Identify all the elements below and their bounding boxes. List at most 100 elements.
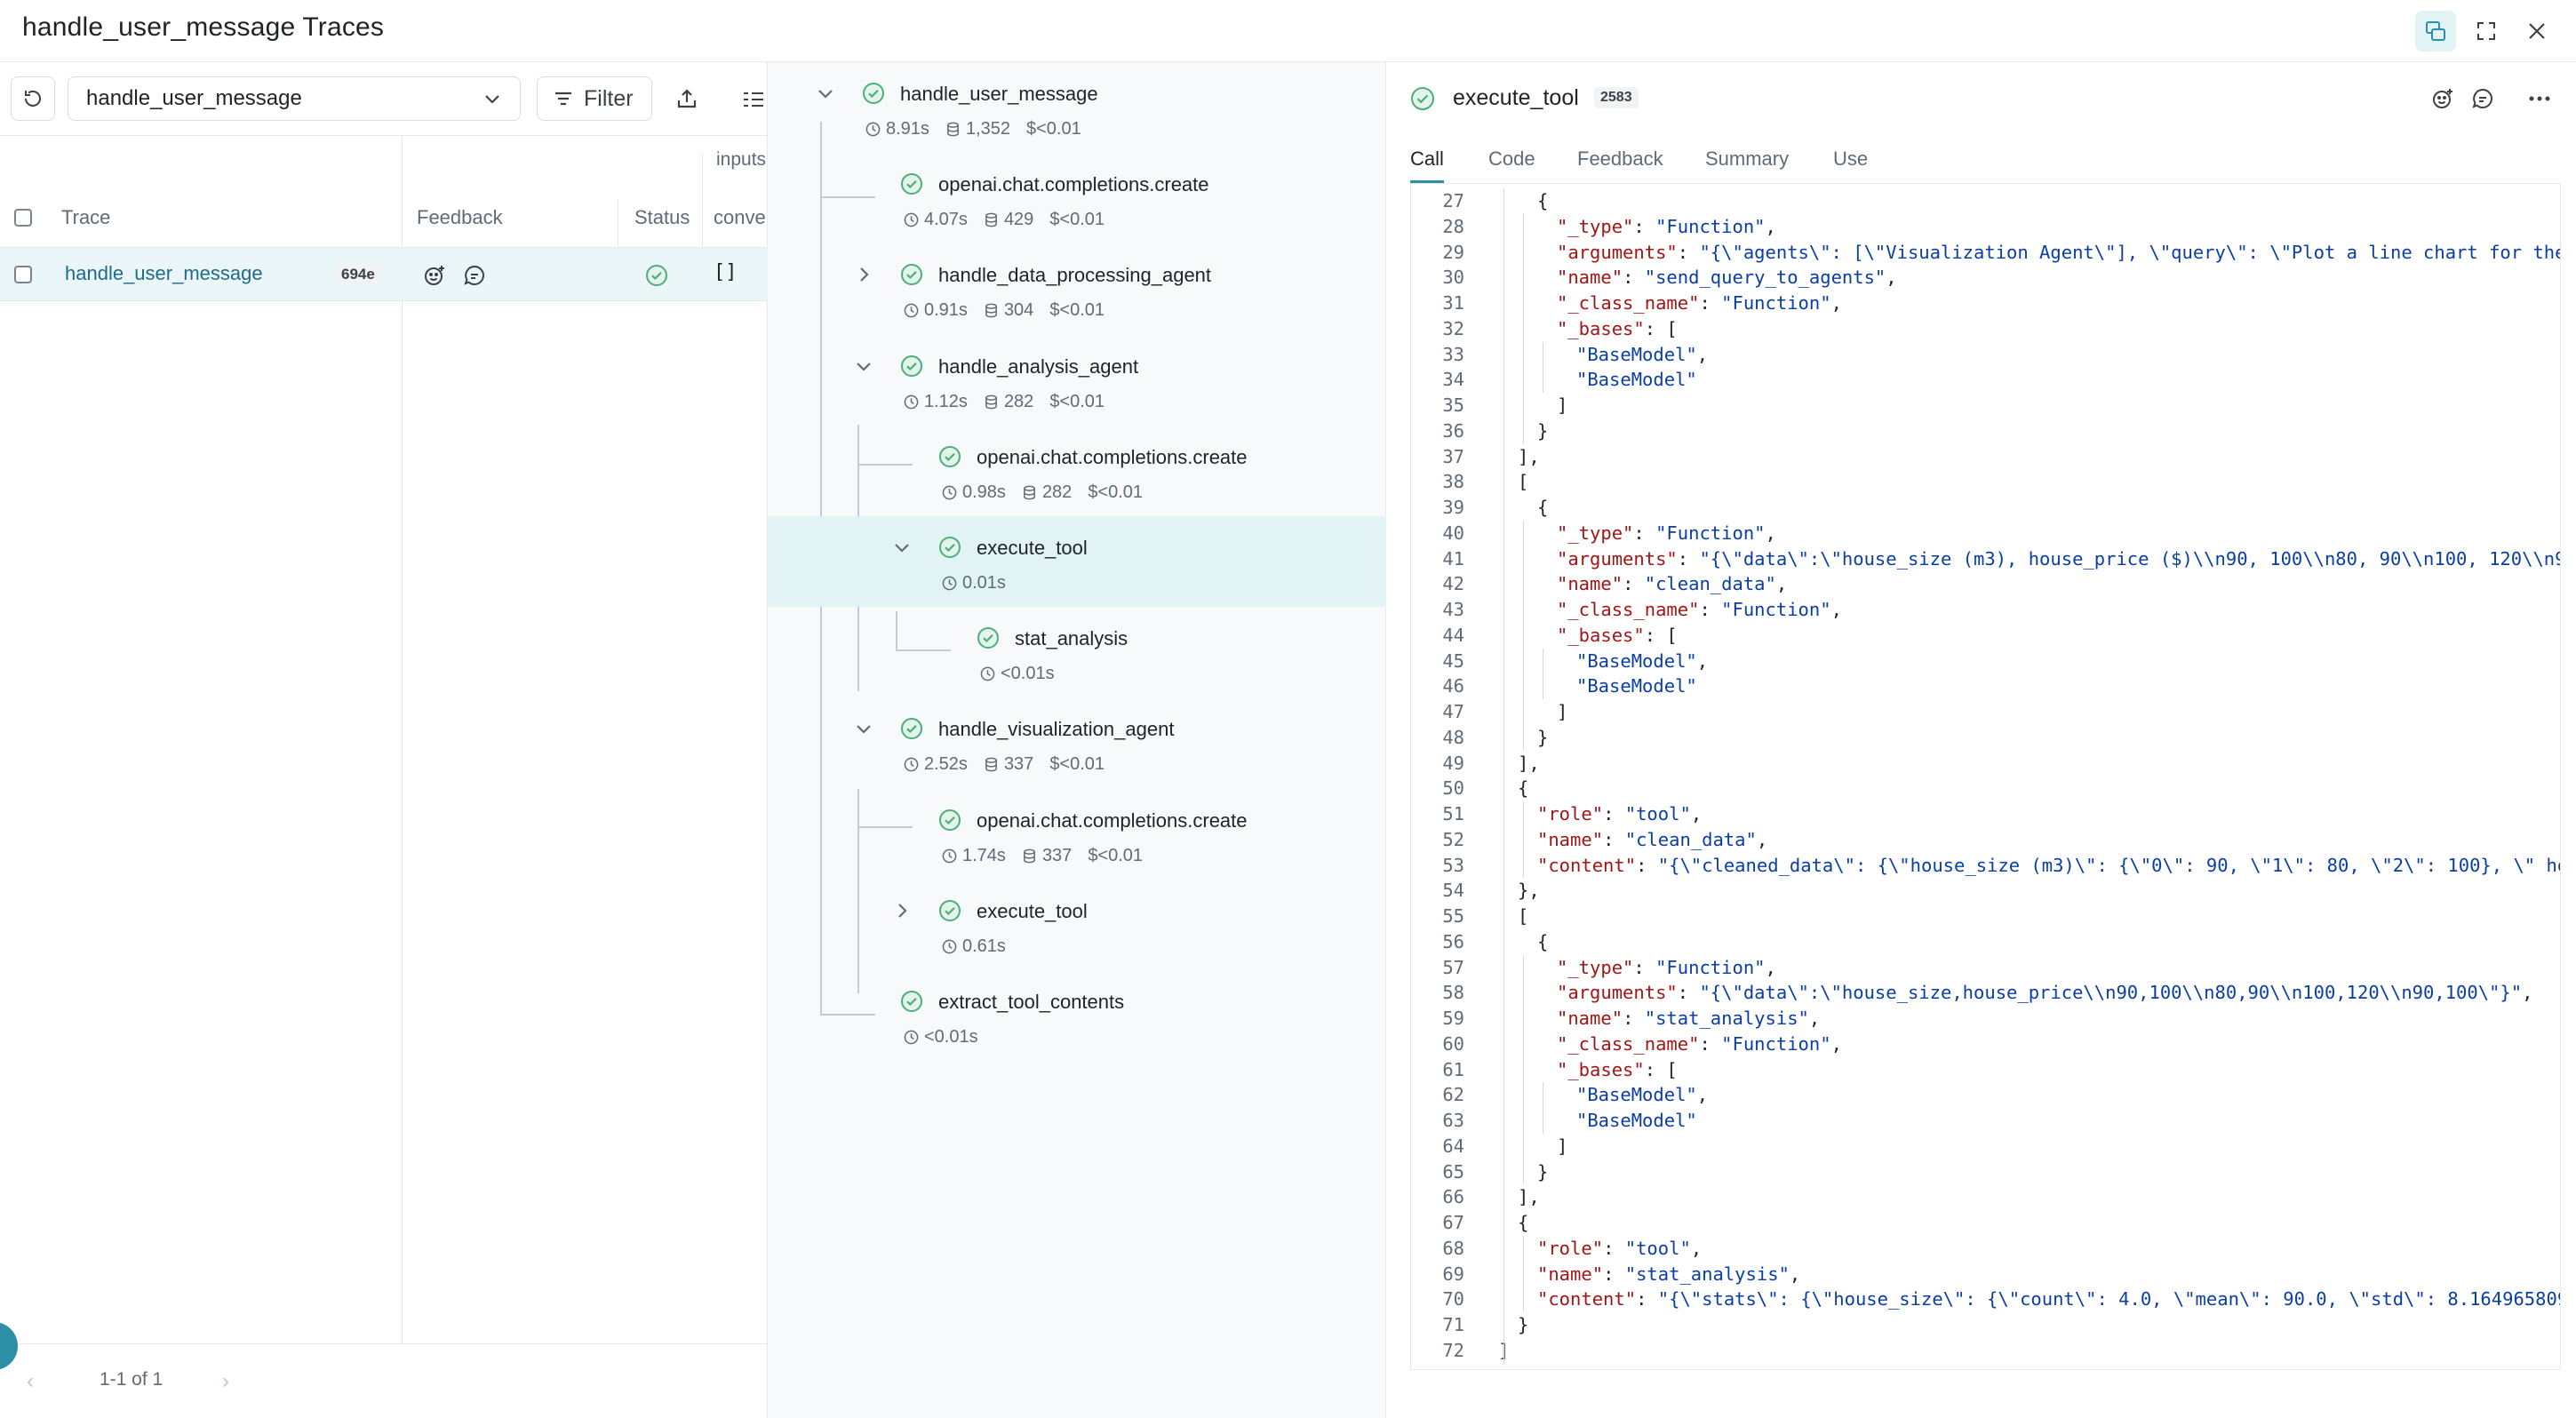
- select-all-checkbox[interactable]: [14, 209, 32, 227]
- line-number: 65: [1442, 1160, 1464, 1183]
- split-view-icon: [2424, 20, 2447, 43]
- code-text: "name": "stat_analysis",: [1537, 1263, 1801, 1285]
- code-line: 48}: [1411, 725, 2560, 751]
- line-number: 69: [1442, 1263, 1464, 1285]
- tree-node[interactable]: handle_user_message 8.91s 1,352 $<0.01: [768, 62, 1386, 153]
- code-text: },: [1518, 880, 1540, 902]
- tab-call[interactable]: Call: [1410, 147, 1444, 171]
- indent-guide: [1523, 954, 1524, 1185]
- code-line: 50 {: [1411, 776, 2560, 801]
- line-number: 50: [1442, 777, 1464, 800]
- tree-node[interactable]: execute_tool 0.01s: [768, 516, 1386, 607]
- code-line: 31 "_class_name": "Function",: [1411, 291, 2560, 316]
- tree-node-name: extract_tool_contents: [938, 991, 1125, 1013]
- column-header-conversation[interactable]: conver: [714, 206, 767, 229]
- filter-button[interactable]: Filter: [537, 76, 652, 121]
- upload-icon: [675, 87, 698, 110]
- tree-node[interactable]: openai.chat.completions.create 1.74s 337 $<…: [768, 789, 1386, 880]
- code-line: 36}: [1411, 418, 2560, 444]
- add-note-icon[interactable]: [2469, 85, 2496, 112]
- tab-summary[interactable]: Summary: [1705, 147, 1789, 171]
- code-line: 67 {: [1411, 1210, 2560, 1236]
- column-header-status[interactable]: Status: [634, 206, 690, 229]
- tokens-icon: [984, 303, 999, 318]
- chevron-right-icon[interactable]: [891, 900, 913, 921]
- success-status-icon: [900, 354, 923, 378]
- line-number: 31: [1442, 292, 1464, 314]
- tree-node[interactable]: execute_tool 0.61s: [768, 880, 1386, 970]
- line-number: 44: [1442, 624, 1464, 646]
- chevron-left-icon[interactable]: ‹: [27, 1369, 34, 1394]
- tree-node-name: handle_analysis_agent: [938, 354, 1139, 378]
- column-header-trace[interactable]: Trace: [61, 206, 110, 229]
- line-number: 34: [1442, 369, 1464, 391]
- add-reaction-icon[interactable]: [2429, 85, 2456, 112]
- chevron-down-icon[interactable]: [853, 355, 874, 377]
- tree-node[interactable]: stat_analysis <0.01s: [768, 607, 1386, 697]
- code-text: }: [1537, 419, 1549, 442]
- chevron-down-icon[interactable]: [891, 537, 913, 558]
- operation-select[interactable]: handle_user_message: [68, 76, 521, 121]
- chevron-down-icon[interactable]: [815, 83, 836, 104]
- line-number: 67: [1442, 1212, 1464, 1233]
- success-status-icon: [862, 82, 885, 105]
- code-line: 41 "arguments": "{\"data\":\"house_size (…: [1411, 546, 2560, 572]
- tree-node-name: handle_visualization_agent: [938, 718, 1175, 741]
- code-line: 63 "BaseModel": [1411, 1108, 2560, 1134]
- code-text: "_class_name": "Function",: [1557, 292, 1842, 314]
- row-checkbox[interactable]: [14, 266, 32, 283]
- line-number: 56: [1442, 930, 1464, 952]
- code-text: {: [1537, 497, 1549, 518]
- tree-node[interactable]: openai.chat.completions.create 4.07s 429 $<…: [768, 153, 1386, 243]
- tree-node-tokens: 282: [1041, 482, 1073, 502]
- line-number: 37: [1442, 445, 1464, 467]
- close-button[interactable]: [2516, 11, 2557, 52]
- call-title: execute_tool: [1453, 85, 1579, 110]
- more-options-icon[interactable]: [2526, 85, 2553, 112]
- tree-node-duration: 8.91s: [886, 119, 929, 139]
- code-line: 60 "_class_name": "Function",: [1411, 1032, 2560, 1057]
- column-header-feedback[interactable]: Feedback: [417, 206, 503, 229]
- tree-node-cost: $<0.01: [1049, 391, 1105, 411]
- tab-code[interactable]: Code: [1488, 147, 1535, 171]
- refresh-button[interactable]: [11, 76, 55, 121]
- code-line: 72]: [1411, 1338, 2560, 1364]
- tab-feedback[interactable]: Feedback: [1577, 147, 1663, 171]
- tree-node-name: handle_data_processing_agent: [938, 264, 1212, 287]
- code-line: 68 "role": "tool",: [1411, 1236, 2560, 1262]
- export-button[interactable]: [665, 76, 709, 121]
- tree-node-cost: $<0.01: [1026, 119, 1081, 139]
- tree-node[interactable]: openai.chat.completions.create 0.98s 282 $<…: [768, 426, 1386, 516]
- tree-node[interactable]: extract_tool_contents <0.01s: [768, 970, 1386, 1061]
- trace-name-link[interactable]: handle_user_message: [65, 262, 263, 285]
- add-reaction-icon[interactable]: [423, 264, 446, 287]
- line-number: 70: [1442, 1288, 1464, 1310]
- code-line: 40 "_type": "Function",: [1411, 521, 2560, 546]
- chevron-right-icon[interactable]: ›: [222, 1369, 229, 1394]
- tab-use[interactable]: Use: [1833, 147, 1868, 171]
- code-line: 49],: [1411, 751, 2560, 777]
- tree-node[interactable]: handle_analysis_agent 1.12s 282 $<0.01: [768, 335, 1386, 426]
- code-line: 47]: [1411, 699, 2560, 725]
- filter-label: Filter: [584, 85, 634, 111]
- code-viewer[interactable]: 27 {28 "_type": "Function", 29 "arguments": …: [1410, 184, 2561, 1370]
- tree-node-meta: 0.61s: [942, 936, 1015, 957]
- chevron-down-icon[interactable]: [853, 718, 874, 739]
- code-line: 43 "_class_name": "Function",: [1411, 597, 2560, 623]
- tree-node[interactable]: handle_visualization_agent 2.52s 337 $<0.01: [768, 697, 1386, 788]
- fullscreen-button[interactable]: [2466, 11, 2507, 52]
- split-view-button[interactable]: [2415, 11, 2456, 52]
- columns-button[interactable]: [729, 76, 773, 121]
- clock-icon: [980, 666, 995, 681]
- code-text: "BaseModel": [1576, 369, 1697, 391]
- tree-node-tokens: 304: [1003, 300, 1034, 321]
- tree-node[interactable]: handle_data_processing_agent 0.91s 304 $<0.…: [768, 243, 1386, 334]
- tokens-icon: [945, 122, 961, 137]
- tree-node-tokens: 337: [1041, 845, 1073, 865]
- fullscreen-icon: [2476, 20, 2497, 42]
- code-text: "name": "clean_data",: [1537, 828, 1768, 850]
- columns-icon: [742, 89, 763, 110]
- chevron-right-icon[interactable]: [853, 264, 874, 285]
- add-note-icon[interactable]: [463, 264, 486, 287]
- tree-node-meta: 1.74s 337 $<0.01: [942, 846, 1152, 866]
